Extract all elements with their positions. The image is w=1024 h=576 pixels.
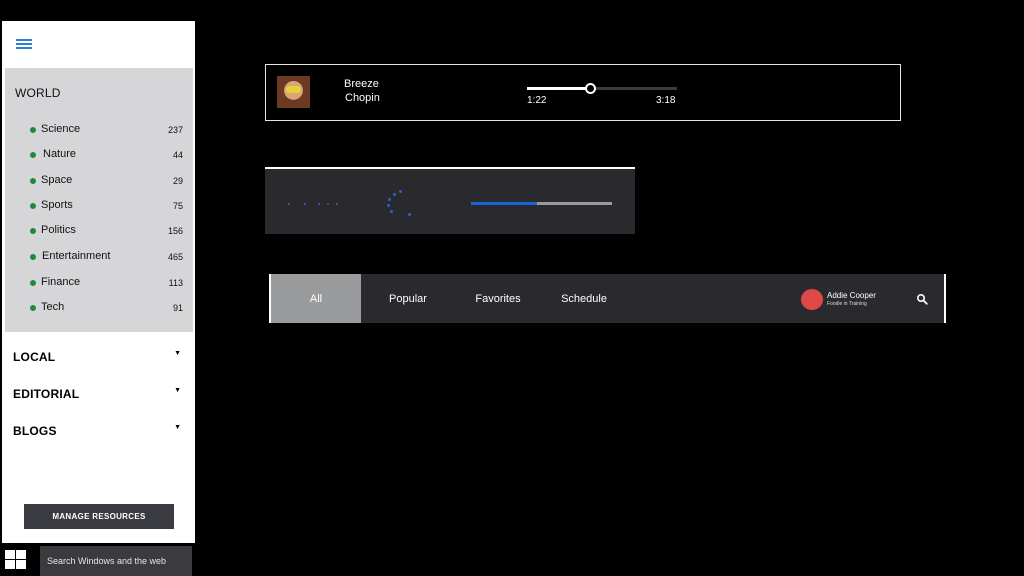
world-title: WORLD <box>15 86 61 100</box>
category-label: Entertainment <box>42 250 111 262</box>
section-label: LOCAL <box>13 350 56 364</box>
manage-resources-button[interactable]: MANAGE RESOURCES <box>24 504 174 529</box>
album-art <box>277 76 310 108</box>
playback-thumb[interactable] <box>585 83 596 94</box>
section-label: EDITORIAL <box>13 387 80 401</box>
playback-progress-fill <box>527 87 590 90</box>
category-dot-icon <box>30 254 36 260</box>
category-label: Science <box>41 123 81 135</box>
category-label: Sports <box>41 199 73 211</box>
category-dot-icon <box>30 280 36 286</box>
category-label: Space <box>41 174 73 186</box>
category-label: Finance <box>41 276 81 288</box>
category-count: 29 <box>172 176 183 186</box>
progress-dot-icon <box>288 203 290 205</box>
loading-panel <box>265 167 635 234</box>
caret-down-icon: ▼ <box>174 350 181 357</box>
pivot-bar: All Popular Favorites Schedule Addie Coo… <box>269 274 946 323</box>
category-dot-icon <box>30 305 36 311</box>
category-item-entertainment[interactable]: Entertainment 465 <box>5 248 193 268</box>
section-blogs[interactable]: BLOGS ▼ <box>13 422 183 442</box>
category-dot-icon <box>30 228 36 234</box>
section-label: BLOGS <box>13 424 57 438</box>
category-label: Tech <box>41 301 65 313</box>
category-item-sports[interactable]: Sports 75 <box>5 197 193 217</box>
hamburger-icon[interactable] <box>16 39 32 51</box>
progress-dot-icon <box>336 203 338 205</box>
spinner-dot-icon <box>388 198 391 201</box>
user-subtitle: Foodie in Training <box>827 301 867 307</box>
tab-favorites[interactable]: Favorites <box>455 274 541 323</box>
world-section: WORLD Science 237 Nature 44 Space 29 Spo… <box>5 68 193 332</box>
section-local[interactable]: LOCAL ▼ <box>13 348 183 368</box>
category-item-finance[interactable]: Finance 113 <box>5 274 193 294</box>
spinner-dot-icon <box>393 193 396 196</box>
time-elapsed: 1:22 <box>527 95 547 106</box>
category-dot-icon <box>30 203 36 209</box>
spinner-dot-icon <box>387 204 390 207</box>
loading-progress-fill <box>471 202 538 205</box>
section-editorial[interactable]: EDITORIAL ▼ <box>13 385 183 405</box>
tab-all[interactable]: All <box>271 274 361 323</box>
category-count: 44 <box>172 150 183 160</box>
progress-dot-icon <box>304 203 306 205</box>
category-label: Politics <box>41 224 76 236</box>
media-player: Breeze Chopin 1:22 3:18 <box>265 64 901 121</box>
category-dot-icon <box>30 178 36 184</box>
category-count: 237 <box>167 125 183 135</box>
avatar[interactable] <box>801 289 823 310</box>
spinner-dot-icon <box>408 213 411 216</box>
windows-logo-icon[interactable] <box>5 550 27 570</box>
category-count: 75 <box>172 201 183 211</box>
category-label: Nature <box>43 148 77 160</box>
spinner-dot-icon <box>399 190 402 193</box>
track-title: Breeze <box>344 78 379 90</box>
caret-down-icon: ▼ <box>174 424 181 431</box>
time-total: 3:18 <box>656 95 676 106</box>
caret-down-icon: ▼ <box>174 387 181 394</box>
category-item-science[interactable]: Science 237 <box>5 121 193 141</box>
user-name: Addie Cooper <box>827 291 876 300</box>
progress-dot-icon <box>318 203 320 205</box>
sidebar: WORLD Science 237 Nature 44 Space 29 Spo… <box>2 21 195 543</box>
tab-popular[interactable]: Popular <box>361 274 455 323</box>
category-dot-icon <box>30 152 36 158</box>
category-item-tech[interactable]: Tech 91 <box>5 299 193 319</box>
app-root: WORLD Science 237 Nature 44 Space 29 Spo… <box>0 0 1024 576</box>
category-item-politics[interactable]: Politics 156 <box>5 222 193 242</box>
tab-schedule[interactable]: Schedule <box>541 274 627 323</box>
category-count: 91 <box>172 303 183 313</box>
playback-progress-bar[interactable] <box>527 83 677 94</box>
category-count: 156 <box>167 226 183 236</box>
track-artist: Chopin <box>345 92 380 104</box>
category-item-nature[interactable]: Nature 44 <box>5 146 193 166</box>
progress-dot-icon <box>327 203 329 205</box>
category-item-space[interactable]: Space 29 <box>5 172 193 192</box>
taskbar-search-input[interactable]: Search Windows and the web <box>40 546 192 576</box>
search-icon[interactable] <box>916 293 928 305</box>
loading-progress-bar <box>471 202 612 205</box>
category-count: 113 <box>168 278 183 288</box>
spinner-dot-icon <box>390 210 393 213</box>
category-dot-icon <box>30 127 36 133</box>
category-count: 465 <box>167 252 183 262</box>
